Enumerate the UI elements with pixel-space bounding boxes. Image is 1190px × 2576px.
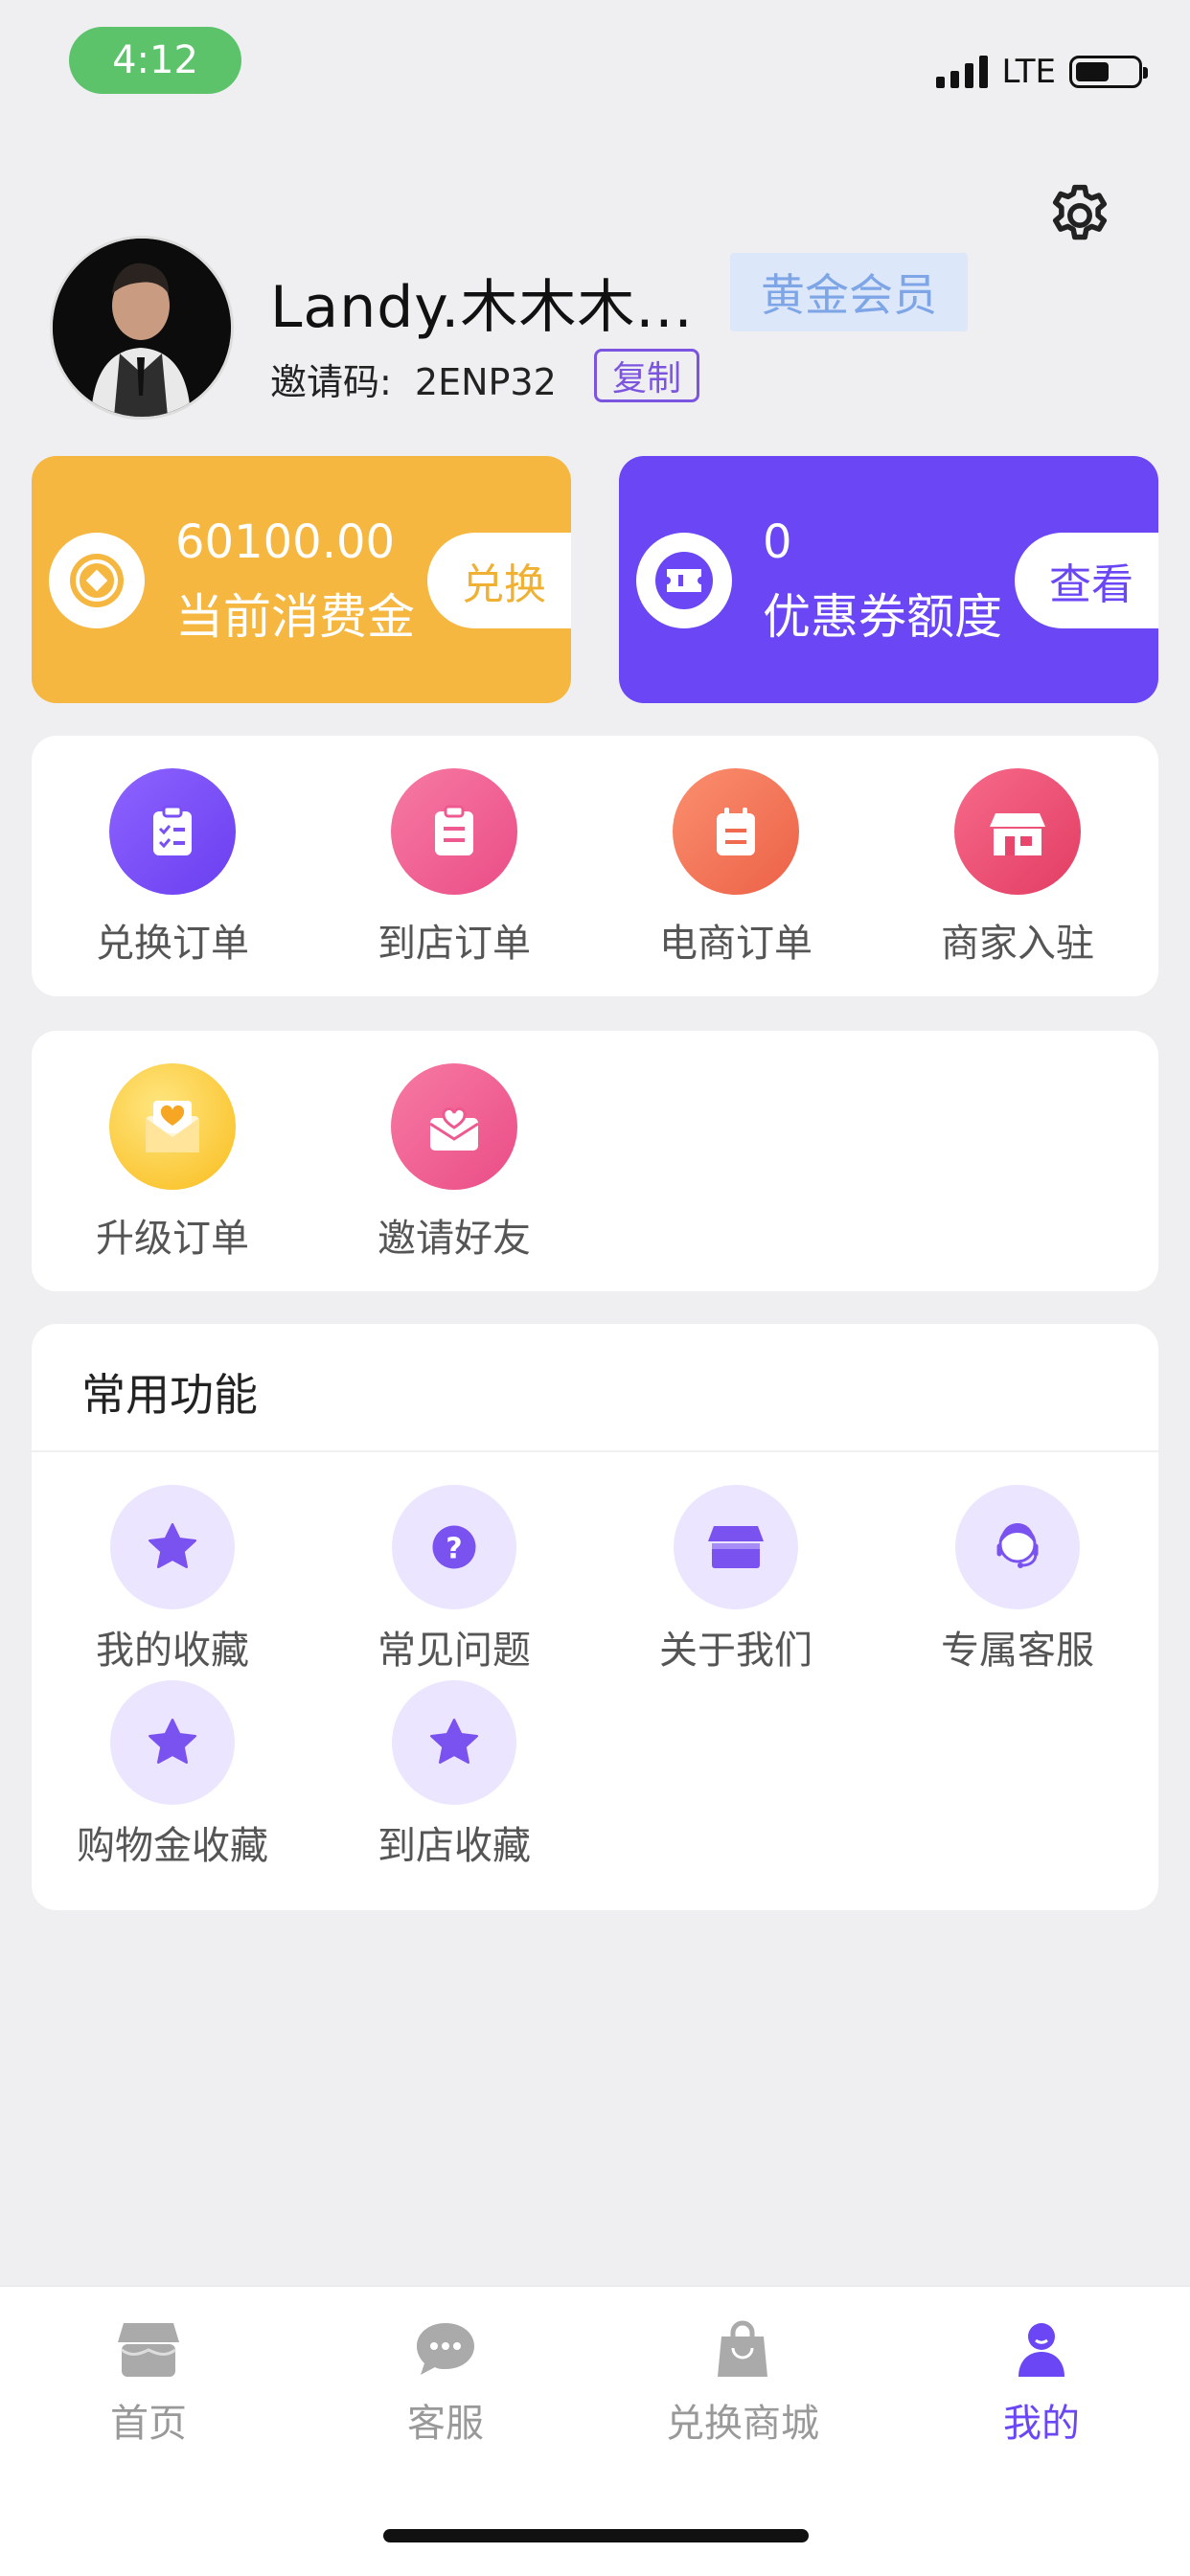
invite-friends-item[interactable]: 邀请好友 bbox=[313, 1063, 595, 1263]
battery-icon bbox=[1069, 56, 1148, 88]
star-icon bbox=[110, 1485, 235, 1609]
store-orders-item[interactable]: 到店订单 bbox=[313, 768, 595, 968]
status-time: 4:12 bbox=[69, 27, 241, 94]
ticket-icon bbox=[636, 533, 732, 628]
chat-bubble-icon bbox=[417, 2323, 474, 2375]
signal-icon bbox=[936, 56, 989, 88]
extra-label: 邀请好友 bbox=[378, 1217, 531, 1261]
coupon-card[interactable]: 0 优惠券额度 查看 bbox=[619, 456, 1158, 703]
merchant-join-item[interactable]: 商家入驻 bbox=[877, 768, 1158, 968]
divider bbox=[32, 1450, 1158, 1452]
settings-gear-icon[interactable] bbox=[1044, 180, 1115, 251]
faq-item[interactable]: ? 常见问题 bbox=[313, 1485, 595, 1675]
invite-code-value: 2ENP32 bbox=[414, 361, 557, 403]
network-type: LTE bbox=[1001, 53, 1056, 91]
function-label: 到店收藏 bbox=[378, 1824, 531, 1868]
order-label: 商家入驻 bbox=[941, 922, 1094, 966]
calendar-clipboard-icon bbox=[673, 768, 799, 895]
shopping-bag-icon bbox=[718, 2320, 767, 2377]
invite-code: 邀请码: 2ENP32 bbox=[270, 353, 557, 405]
tab-label: 首页 bbox=[110, 2402, 187, 2446]
store-favorites-item[interactable]: 到店收藏 bbox=[313, 1680, 595, 1870]
coupon-label: 优惠券额度 bbox=[763, 589, 1002, 645]
tab-exchange-mall[interactable]: 兑换商城 bbox=[594, 2317, 891, 2448]
balance-value: 60100.00 bbox=[175, 515, 396, 569]
tab-label: 我的 bbox=[1003, 2402, 1080, 2446]
coin-icon bbox=[49, 533, 145, 628]
star-icon bbox=[110, 1680, 235, 1805]
question-icon: ? bbox=[392, 1485, 516, 1609]
coupon-value: 0 bbox=[763, 515, 792, 569]
function-label: 购物金收藏 bbox=[77, 1824, 268, 1868]
section-title: 常用功能 bbox=[81, 1369, 258, 1421]
about-us-item[interactable]: 关于我们 bbox=[595, 1485, 877, 1675]
username: Landy.木木木... bbox=[270, 274, 694, 341]
store-icon bbox=[954, 768, 1081, 895]
tab-mine[interactable]: 我的 bbox=[893, 2317, 1190, 2448]
function-label: 我的收藏 bbox=[96, 1629, 249, 1673]
tab-home[interactable]: 首页 bbox=[0, 2317, 297, 2448]
heart-mail-icon bbox=[391, 1063, 517, 1190]
tab-customer-service[interactable]: 客服 bbox=[297, 2317, 594, 2448]
invite-code-label: 邀请码: bbox=[270, 361, 392, 403]
svg-text:?: ? bbox=[446, 1532, 462, 1565]
exchange-button[interactable]: 兑换 bbox=[427, 533, 571, 628]
order-label: 电商订单 bbox=[659, 922, 812, 966]
balance-card[interactable]: 60100.00 当前消费金 兑换 bbox=[32, 456, 571, 703]
orders-panel: 兑换订单 到店订单 电商订单 商家入驻 bbox=[32, 736, 1158, 996]
function-label: 专属客服 bbox=[941, 1629, 1094, 1673]
shop-icon bbox=[674, 1485, 798, 1609]
tab-label: 兑换商城 bbox=[666, 2402, 819, 2446]
status-indicators: LTE bbox=[936, 48, 1148, 96]
clipboard-check-icon bbox=[109, 768, 236, 895]
my-favorites-item[interactable]: 我的收藏 bbox=[32, 1485, 313, 1675]
member-level-badge: 黄金会员 bbox=[730, 253, 968, 331]
user-icon bbox=[1018, 2323, 1064, 2377]
tab-label: 客服 bbox=[407, 2402, 484, 2446]
extra-label: 升级订单 bbox=[96, 1217, 249, 1261]
shopping-gold-favorites-item[interactable]: 购物金收藏 bbox=[32, 1680, 313, 1870]
home-store-icon bbox=[118, 2323, 179, 2377]
avatar[interactable] bbox=[50, 236, 234, 420]
home-indicator bbox=[383, 2529, 809, 2542]
extras-panel: 升级订单 邀请好友 bbox=[32, 1031, 1158, 1291]
heart-envelope-icon bbox=[109, 1063, 236, 1190]
function-label: 关于我们 bbox=[659, 1629, 812, 1673]
function-label: 常见问题 bbox=[378, 1629, 531, 1673]
order-label: 兑换订单 bbox=[96, 922, 249, 966]
view-coupons-button[interactable]: 查看 bbox=[1015, 533, 1158, 628]
balance-label: 当前消费金 bbox=[175, 589, 415, 645]
ecommerce-orders-item[interactable]: 电商订单 bbox=[595, 768, 877, 968]
order-label: 到店订单 bbox=[378, 922, 531, 966]
star-icon bbox=[392, 1680, 516, 1805]
customer-service-item[interactable]: 专属客服 bbox=[877, 1485, 1158, 1675]
exchange-orders-item[interactable]: 兑换订单 bbox=[32, 768, 313, 968]
common-functions-panel: 常用功能 我的收藏 ? 常见问题 关于我们 专属客服 购物金收藏 到店收藏 bbox=[32, 1324, 1158, 1910]
clipboard-icon bbox=[391, 768, 517, 895]
upgrade-orders-item[interactable]: 升级订单 bbox=[32, 1063, 313, 1263]
avatar-photo bbox=[53, 239, 231, 417]
customer-service-icon bbox=[955, 1485, 1080, 1609]
copy-invite-code-button[interactable]: 复制 bbox=[594, 349, 699, 402]
